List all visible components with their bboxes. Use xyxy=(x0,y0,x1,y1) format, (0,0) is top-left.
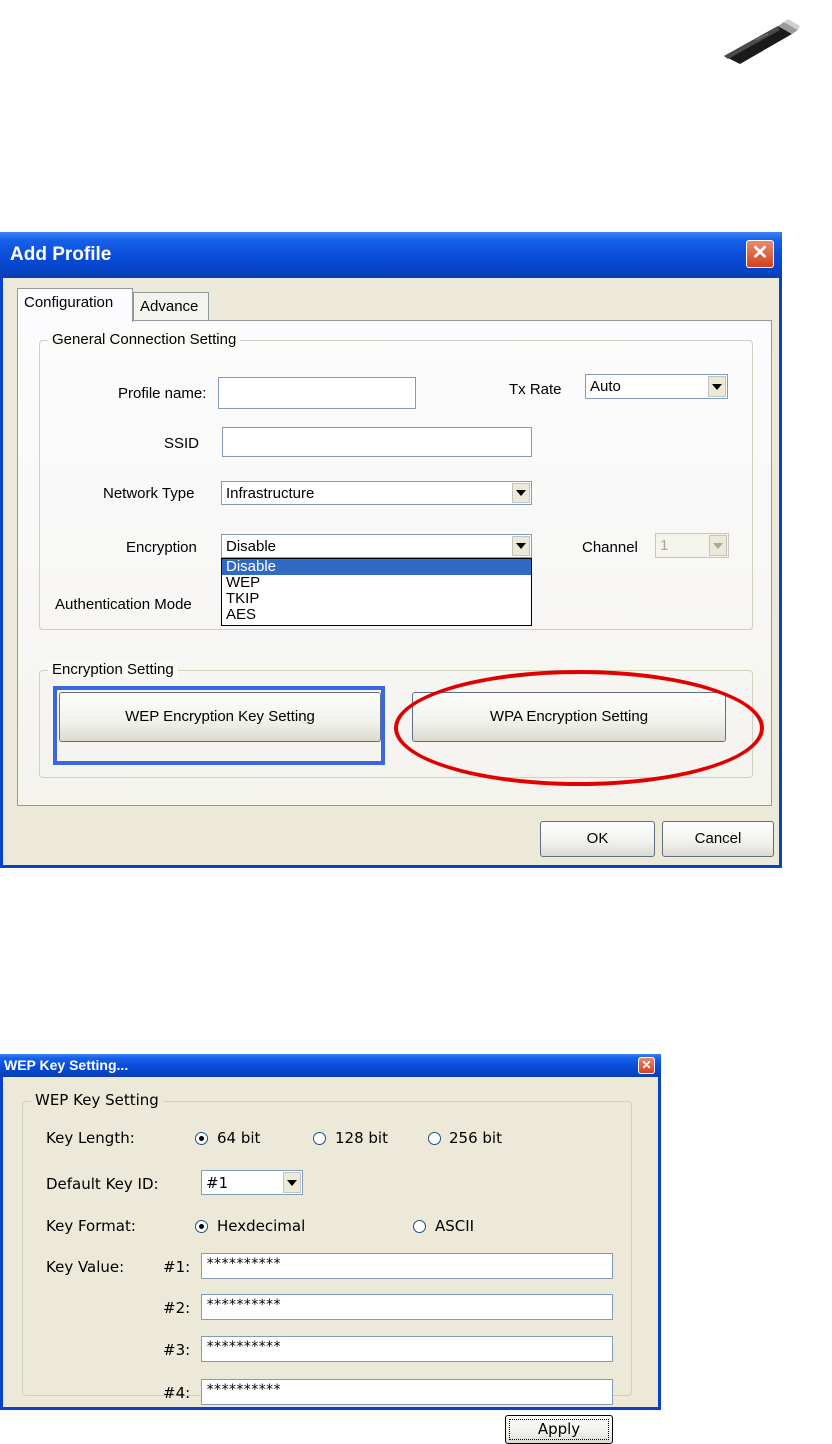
default-key-id-select[interactable]: #1 xyxy=(201,1170,303,1195)
key-id-label: #4: xyxy=(163,1384,191,1402)
network-type-value: Infrastructure xyxy=(226,485,315,502)
usb-adapter-image xyxy=(724,19,800,64)
default-key-id-value: #1 xyxy=(206,1174,229,1192)
window-title: Add Profile xyxy=(10,244,112,265)
key-value-input-1[interactable]: ********** xyxy=(201,1253,613,1279)
radio-label-64-bit: 64 bit xyxy=(217,1129,261,1147)
chevron-down-icon[interactable] xyxy=(708,376,726,397)
encryption-label: Encryption xyxy=(126,539,197,556)
tab-advance[interactable]: Advance xyxy=(133,292,209,321)
tx-rate-label: Tx Rate xyxy=(509,381,562,398)
key-value-input-4[interactable]: ********** xyxy=(201,1379,613,1405)
key-value-label: Key Value: xyxy=(46,1258,125,1276)
wep-key-setting-window: WEP Key Setting... ✕ WEP Key Setting Key… xyxy=(0,1054,661,1444)
encryption-select[interactable]: Disable xyxy=(221,534,532,558)
group-title: Encryption Setting xyxy=(48,661,178,678)
highlight-rectangle xyxy=(53,686,385,765)
key-id-label: #1: xyxy=(163,1258,191,1276)
ssid-label: SSID xyxy=(164,435,200,452)
group-title: General Connection Setting xyxy=(48,331,241,348)
apply-button[interactable]: Apply xyxy=(505,1415,613,1444)
channel-select: 1 xyxy=(655,533,729,558)
tx-rate-select[interactable]: Auto xyxy=(585,374,728,399)
default-key-id-label: Default Key ID: xyxy=(46,1175,159,1193)
radio-label-128-bit: 128 bit xyxy=(335,1129,388,1147)
profile-name-label: Profile name: xyxy=(118,385,207,402)
key-value-input-2[interactable]: ********** xyxy=(201,1294,613,1320)
profile-name-input[interactable] xyxy=(218,377,416,409)
add-profile-titlebar[interactable]: Add Profile ✕ xyxy=(0,232,782,278)
radio-128-bit[interactable] xyxy=(313,1132,326,1145)
highlight-ellipse xyxy=(394,670,764,786)
radio-ascii[interactable] xyxy=(413,1220,426,1233)
tx-rate-value: Auto xyxy=(590,378,621,395)
radio-64-bit[interactable] xyxy=(195,1132,208,1145)
authentication-mode-label: Authentication Mode xyxy=(55,596,192,613)
ok-button[interactable]: OK xyxy=(540,821,655,857)
configuration-panel: General Connection Setting Profile name:… xyxy=(17,320,772,806)
dropdown-option-aes[interactable]: AES xyxy=(222,607,531,623)
cancel-button[interactable]: Cancel xyxy=(662,821,774,857)
ssid-input[interactable] xyxy=(222,427,532,457)
dropdown-option-tkip[interactable]: TKIP xyxy=(222,591,531,607)
chevron-down-icon[interactable] xyxy=(283,1172,301,1193)
chevron-down-icon[interactable] xyxy=(512,483,530,503)
encryption-value: Disable xyxy=(226,538,277,555)
close-icon[interactable]: ✕ xyxy=(746,240,774,268)
channel-value: 1 xyxy=(660,537,669,554)
radio-label-ascii: ASCII xyxy=(435,1217,475,1235)
group-title: WEP Key Setting xyxy=(31,1091,163,1109)
dropdown-option-wep[interactable]: WEP xyxy=(222,575,531,591)
key-length-label: Key Length: xyxy=(46,1129,135,1147)
key-id-label: #3: xyxy=(163,1341,191,1359)
network-type-select[interactable]: Infrastructure xyxy=(221,481,532,505)
channel-label: Channel xyxy=(582,539,638,556)
radio-label-hexdecimal: Hexdecimal xyxy=(217,1217,306,1235)
radio-hexdecimal[interactable] xyxy=(195,1220,208,1233)
network-type-label: Network Type xyxy=(103,485,195,502)
window-title: WEP Key Setting... xyxy=(4,1057,129,1073)
key-value-input-3[interactable]: ********** xyxy=(201,1336,613,1362)
key-id-label: #2: xyxy=(163,1299,191,1317)
dropdown-option-disable[interactable]: Disable xyxy=(222,559,531,575)
radio-256-bit[interactable] xyxy=(428,1132,441,1145)
key-format-label: Key Format: xyxy=(46,1217,136,1235)
encryption-dropdown-list[interactable]: Disable WEP TKIP AES xyxy=(221,558,532,626)
chevron-down-icon[interactable] xyxy=(512,536,530,556)
wep-key-titlebar[interactable]: WEP Key Setting... ✕ xyxy=(0,1054,661,1077)
radio-label-256-bit: 256 bit xyxy=(449,1129,502,1147)
tab-configuration[interactable]: Configuration xyxy=(17,288,133,322)
add-profile-window: Add Profile ✕ Configuration Advance Gene… xyxy=(0,232,782,868)
close-icon[interactable]: ✕ xyxy=(638,1057,655,1074)
chevron-down-icon xyxy=(709,535,727,556)
